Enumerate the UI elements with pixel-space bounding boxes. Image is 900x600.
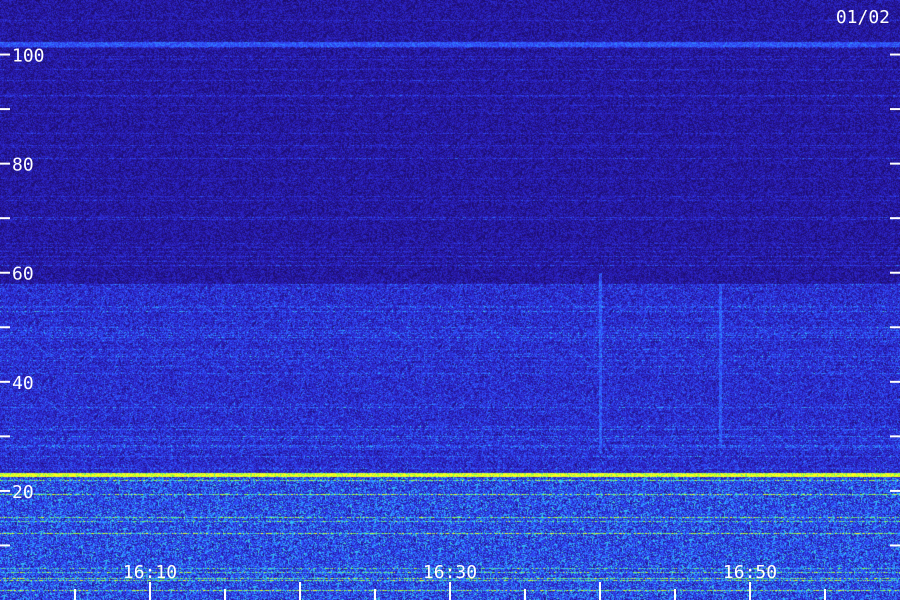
x-axis-ticks: 16:10 16:30 16:50	[74, 562, 826, 600]
x-tick-label: 16:50	[723, 562, 777, 583]
x-tick-label: 16:30	[423, 562, 477, 583]
spectrogram-axes: 20 40 60 80 100 16:10 16:30 16:50 01/02	[0, 7, 900, 600]
x-tick-label: 16:10	[123, 562, 177, 583]
y-tick-label: 20	[12, 482, 34, 503]
y-tick-label: 80	[12, 155, 34, 176]
y-axis-ticks: 20 40 60 80 100	[0, 46, 900, 547]
y-tick-label: 40	[12, 373, 34, 394]
y-tick-label: 100	[12, 46, 45, 67]
date-label: 01/02	[836, 7, 890, 28]
y-tick-label: 60	[12, 264, 34, 285]
